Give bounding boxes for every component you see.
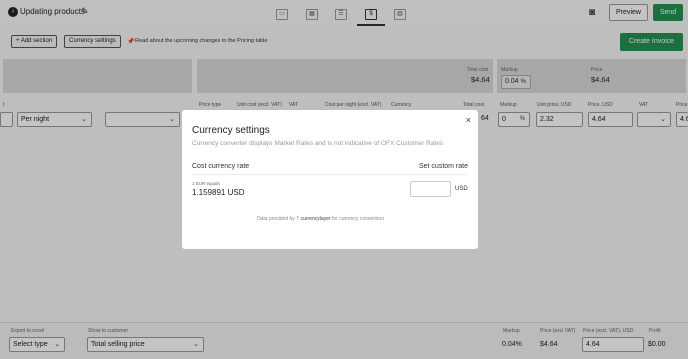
modal-title: Currency settings	[192, 125, 270, 136]
close-icon[interactable]: ×	[466, 115, 471, 125]
custom-rate-heading: Set custom rate	[418, 163, 468, 170]
custom-rate-input[interactable]	[410, 181, 451, 197]
provider-suffix: for currency conversion	[332, 216, 384, 222]
custom-rate-unit: USD	[455, 186, 468, 192]
provider-note: Data provided by ᛉ currencylayer for cur…	[257, 216, 384, 222]
currency-settings-modal: × Currency settings Currency converter d…	[182, 110, 478, 249]
currencylayer-logo-icon: ᛉ	[296, 216, 300, 222]
cost-rate-heading: Cost currency rate	[192, 163, 250, 170]
rate-equals-label: 1 EUR equals	[192, 181, 220, 186]
rate-value: 1.159891 USD	[192, 188, 245, 197]
divider	[192, 174, 468, 175]
provided-by-text: Data provided by	[257, 216, 295, 222]
provider-name[interactable]: currencylayer	[301, 216, 331, 222]
modal-subtitle: Currency converter displays Market Rates…	[192, 140, 444, 147]
